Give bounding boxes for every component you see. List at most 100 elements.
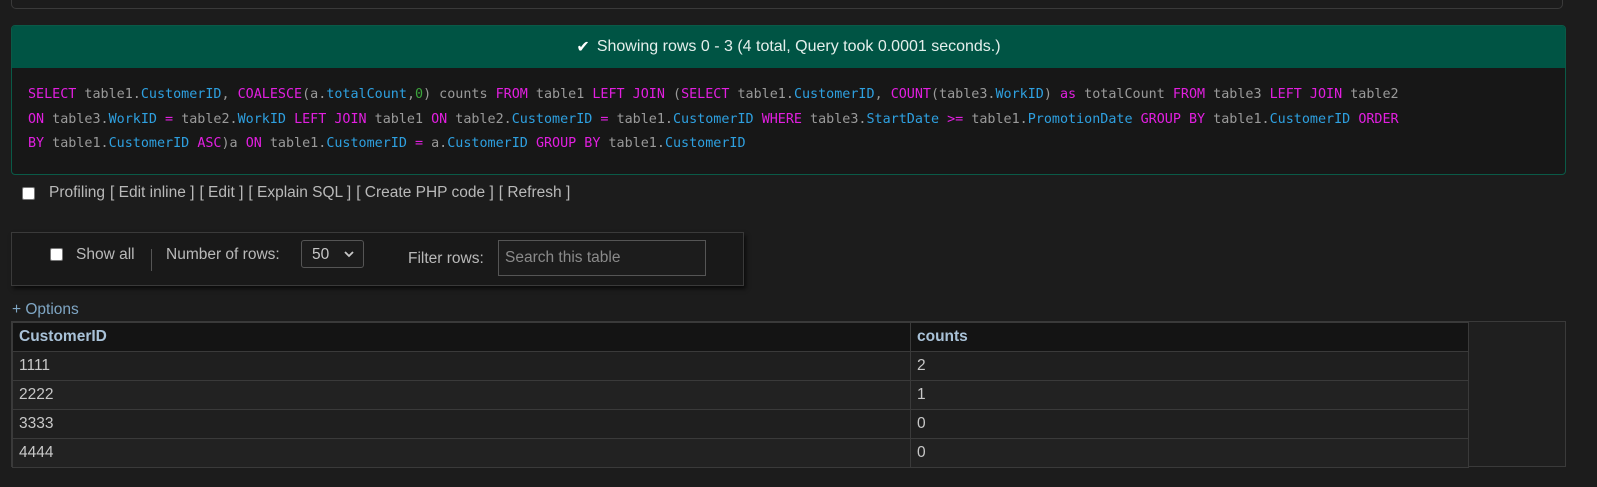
table-row[interactable]: 4444 0	[12, 438, 1469, 468]
result-table-container: CustomerID counts 1111 2 2222 1 3333 0 4…	[11, 321, 1566, 468]
filter-rows-input[interactable]	[498, 240, 706, 276]
number-of-rows-label: Number of rows:	[166, 246, 280, 263]
sql-line: BY table1.CustomerID ASC)a ON table1.Cus…	[28, 132, 1549, 157]
chevron-down-icon	[343, 247, 355, 265]
sql-token: )	[1043, 87, 1060, 102]
sql-token: ON	[245, 136, 262, 151]
sql-token: COUNT	[890, 87, 931, 102]
sql-token: 0	[415, 87, 424, 102]
sql-token: CustomerID	[108, 136, 190, 151]
sql-token: WorkID	[108, 111, 157, 127]
sql-token: table1.	[971, 111, 1028, 127]
profiling-checkbox[interactable]	[22, 186, 35, 200]
options-link[interactable]: + Options	[12, 301, 79, 319]
sql-token: CustomerID	[511, 111, 593, 127]
table-row[interactable]: 3333 0	[12, 409, 1469, 439]
sql-token: table1.	[600, 136, 665, 151]
sql-token: as	[1060, 87, 1077, 102]
sql-query: SELECT table1.CustomerID, COALESCE(a.tot…	[12, 68, 1565, 157]
table-navigation: Show all Number of rows: 50 Filter rows:	[11, 232, 744, 286]
sql-token: ORDER	[1358, 111, 1399, 127]
sql-token: table1.	[44, 136, 109, 151]
sql-token: PromotionDate	[1027, 111, 1133, 127]
column-header-customerid[interactable]: CustomerID	[12, 322, 911, 352]
sql-token: table3.	[44, 111, 109, 127]
sql-token: CustomerID	[447, 136, 528, 151]
cell-customerid[interactable]: 1111	[12, 351, 911, 381]
sql-token: )a	[221, 136, 246, 151]
sql-token: totalCount	[326, 87, 407, 102]
sql-token: table2.	[181, 111, 238, 127]
cell-counts[interactable]: 0	[910, 438, 1469, 468]
divider	[151, 249, 152, 271]
cell-counts[interactable]: 1	[910, 380, 1469, 410]
edit-link[interactable]: [ Edit ]	[199, 184, 243, 202]
sql-token: table3.	[802, 111, 867, 127]
sql-token: a.	[431, 136, 448, 151]
sql-token: WorkID	[995, 87, 1044, 102]
sql-token: table1.	[729, 87, 794, 102]
sql-token: =	[406, 136, 432, 151]
sql-token: >=	[939, 111, 972, 127]
sql-token: LEFT JOIN	[294, 111, 367, 127]
number-of-rows-select[interactable]: 50	[301, 240, 364, 268]
sql-token: table1.	[1205, 111, 1270, 127]
sql-token: SELECT	[681, 87, 730, 102]
check-icon: ✔	[576, 39, 590, 56]
sql-token: CustomerID	[1269, 111, 1351, 127]
sql-token: BY	[28, 136, 45, 151]
sql-token: =	[157, 111, 182, 127]
sql-token: CustomerID	[673, 111, 754, 127]
sql-token: ,	[874, 87, 891, 102]
cell-customerid[interactable]: 3333	[12, 409, 911, 439]
sql-token: FROM	[1172, 87, 1206, 102]
sql-token: (a.	[302, 87, 327, 102]
table-row[interactable]: 2222 1	[12, 380, 1469, 410]
success-header: ✔ Showing rows 0 - 3 (4 total, Query too…	[12, 26, 1565, 68]
sql-token: StartDate	[866, 111, 940, 127]
table-row[interactable]: 1111 2	[12, 351, 1469, 381]
query-actions: Profiling [ Edit inline ] [ Edit ] [ Exp…	[22, 183, 575, 203]
sql-line: SELECT table1.CustomerID, COALESCE(a.tot…	[28, 83, 1549, 108]
sql-token: COALESCE	[237, 87, 303, 102]
sql-token: ,	[221, 87, 238, 102]
cell-customerid[interactable]: 4444	[12, 438, 911, 468]
column-header-counts[interactable]: counts	[910, 322, 1469, 352]
sql-token: ON	[28, 111, 45, 127]
filter-rows-label: Filter rows:	[408, 250, 484, 267]
sql-token: ASC	[197, 136, 222, 151]
app-root: ✔ Showing rows 0 - 3 (4 total, Query too…	[0, 0, 1597, 487]
cell-counts[interactable]: 0	[910, 409, 1469, 439]
sql-token: ON	[431, 111, 448, 127]
sql-token: CustomerID	[664, 136, 746, 151]
sql-token: table1.	[261, 136, 327, 151]
sql-token: SELECT	[28, 87, 77, 102]
success-message: Showing rows 0 - 3 (4 total, Query took …	[596, 38, 1001, 55]
sql-token: totalCount	[1076, 87, 1173, 102]
show-all-label[interactable]: Show all	[76, 246, 135, 264]
show-all-checkbox[interactable]	[50, 248, 63, 261]
profiling-label[interactable]: Profiling	[49, 184, 105, 202]
sql-token: table3	[1205, 87, 1270, 102]
sql-token: GROUP BY	[1140, 111, 1206, 127]
explain-sql-link[interactable]: [ Explain SQL ]	[248, 184, 351, 202]
sql-token: table2.	[447, 111, 512, 127]
cell-customerid[interactable]: 2222	[12, 380, 911, 410]
number-of-rows-value: 50	[312, 246, 330, 263]
create-php-code-link[interactable]: [ Create PHP code ]	[356, 184, 494, 202]
sql-token: LEFT JOIN	[1269, 87, 1343, 102]
sql-token: table1.	[616, 111, 673, 127]
edit-inline-link[interactable]: [ Edit inline ]	[110, 184, 194, 202]
sql-token: CustomerID	[793, 87, 875, 102]
result-table: CustomerID counts 1111 2 2222 1 3333 0 4…	[12, 322, 1469, 468]
cell-counts[interactable]: 2	[910, 351, 1469, 381]
sql-token: (	[664, 87, 682, 102]
sql-token: (table3.	[931, 87, 996, 102]
sql-token: table1.	[76, 87, 141, 102]
sql-token: CustomerID	[326, 136, 407, 151]
refresh-link[interactable]: [ Refresh ]	[499, 184, 571, 202]
